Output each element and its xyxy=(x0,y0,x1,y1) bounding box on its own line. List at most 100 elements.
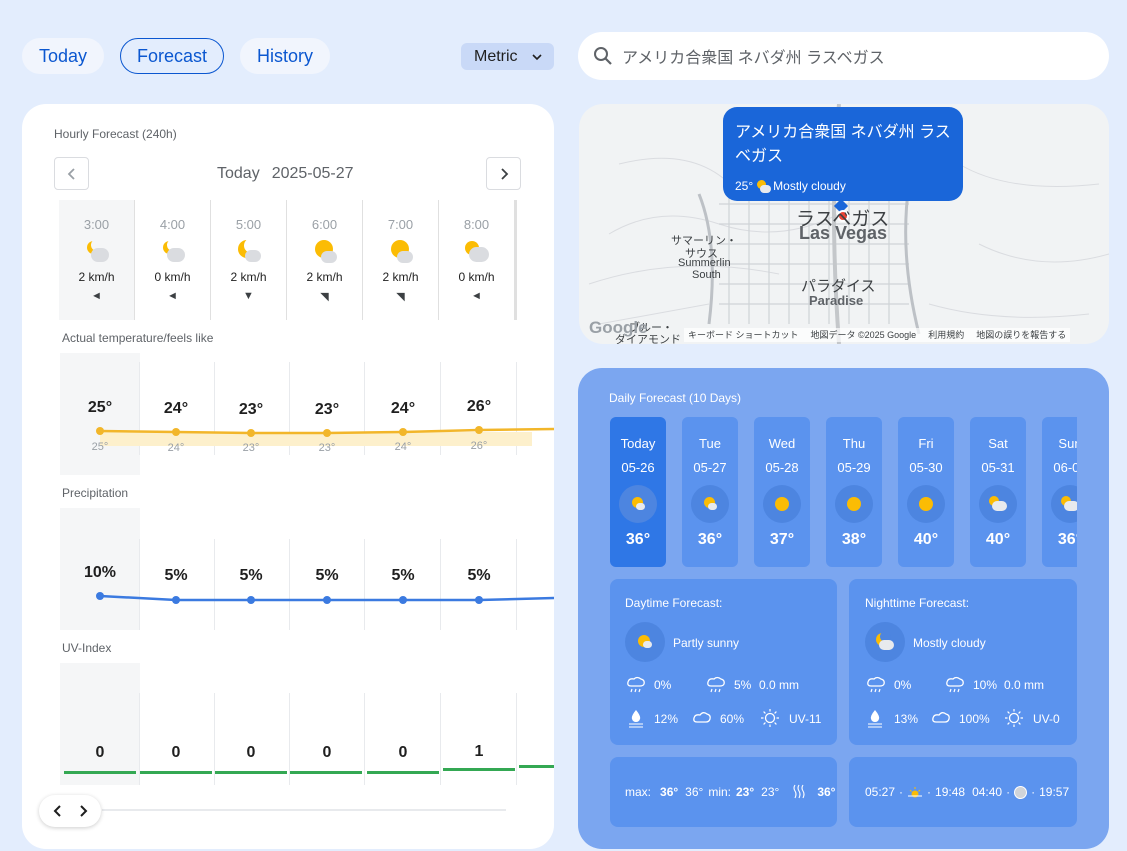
scrollbar[interactable] xyxy=(102,809,506,811)
min-temp: 23° xyxy=(736,785,755,799)
daytime-condition: Partly sunny xyxy=(673,636,740,650)
day-temp: 36° xyxy=(697,531,723,548)
day-date: 05-31 xyxy=(981,460,1015,475)
uv-value: 0 xyxy=(95,744,105,761)
precip-value: 5% xyxy=(391,567,415,584)
daytime-title: Daytime Forecast: xyxy=(625,596,723,610)
next-day-button[interactable] xyxy=(486,157,521,190)
map-footer-link[interactable]: 地図の誤りを報告する xyxy=(976,328,1066,342)
day-card[interactable]: Fri 05-30 40° xyxy=(898,417,954,567)
popup-temp: 25° xyxy=(735,179,754,193)
day-date: 05-29 xyxy=(837,460,871,475)
chevron-left-icon xyxy=(67,167,75,180)
prev-day-button[interactable] xyxy=(54,157,89,190)
wind-speed: 0 km/h xyxy=(154,270,191,284)
tab-today[interactable]: Today xyxy=(22,38,104,74)
search-bar[interactable]: アメリカ合衆国 ネバダ州 ラスベガス xyxy=(578,32,1109,80)
sun-cloud-icon xyxy=(691,485,729,523)
precipitation-line xyxy=(96,592,554,604)
day-label: Today xyxy=(217,165,260,182)
precip-value: 5% xyxy=(239,567,263,584)
day-card[interactable]: Tue 05-27 36° xyxy=(682,417,738,567)
hour-column[interactable]: 4:00 0 km/h ◄ xyxy=(135,200,211,320)
rain-cloud-icon xyxy=(867,676,885,693)
day-card[interactable]: Thu 05-29 38° xyxy=(826,417,882,567)
hour-column[interactable]: 3:00 2 km/h ◄ xyxy=(59,200,135,320)
nighttime-humidity: 13% xyxy=(894,712,919,726)
day-name: Sun xyxy=(1058,436,1077,451)
day-card[interactable]: Sun 06-01 36° xyxy=(1042,417,1077,567)
map[interactable]: アメリカ合衆国 ネバダ州 ラスベガス 25° Mostly cloudy ラスベ… xyxy=(579,104,1109,344)
feels-like-value: 26° xyxy=(470,440,488,452)
sun-icon xyxy=(907,485,945,523)
day-date: 06-01 xyxy=(1053,460,1077,475)
day-temp: 36° xyxy=(625,531,651,548)
hour-column[interactable]: 8:00 0 km/h ◄ xyxy=(439,200,515,320)
uv-bars xyxy=(64,765,554,774)
wind-speed: 0 km/h xyxy=(458,270,495,284)
temp-value: 24° xyxy=(390,400,416,417)
moon-cloud-icon xyxy=(755,179,772,193)
day-name: Today xyxy=(620,436,656,451)
day-name: Wed xyxy=(768,436,796,451)
day-card[interactable]: Sat 05-31 40° xyxy=(970,417,1026,567)
wind-direction-icon: ◄ xyxy=(167,290,178,302)
day-card[interactable]: Today 05-26 36° xyxy=(610,417,666,567)
map-footer-link[interactable]: 利用規約 xyxy=(928,328,964,342)
moon-icon xyxy=(1014,785,1028,799)
date-header: Today 2025-05-27 xyxy=(217,165,354,183)
moon-cloud-icon xyxy=(235,238,263,266)
temp-value: 23° xyxy=(314,401,340,418)
day-name: Sat xyxy=(988,436,1008,451)
unit-select[interactable]: Metric xyxy=(461,43,554,70)
sun-cloud-icon xyxy=(619,485,657,523)
hour-time: 7:00 xyxy=(387,217,414,232)
chevron-right-icon xyxy=(500,167,508,180)
day-temp: 40° xyxy=(985,531,1011,548)
date-label: 2025-05-27 xyxy=(271,165,354,182)
feels-like-value: 23° xyxy=(242,442,260,454)
daytime-panel: Daytime Forecast: Partly sunny 0% 5% 0.0… xyxy=(610,579,837,745)
humidity-icon xyxy=(868,710,882,728)
chevron-down-icon xyxy=(531,53,542,60)
minmax-panel: max: 36° 36° min: 23° 23° 36° xyxy=(610,757,837,827)
uv-value: 0 xyxy=(246,744,256,761)
nighttime-condition: Mostly cloudy xyxy=(913,636,986,650)
day-temp: 36° xyxy=(1057,531,1077,548)
map-popup[interactable]: アメリカ合衆国 ネバダ州 ラスベガス 25° Mostly cloudy xyxy=(723,107,963,201)
wind-direction-icon: ◥ xyxy=(320,291,329,303)
day-date: 05-27 xyxy=(693,460,727,475)
map-label: Summerlin xyxy=(678,257,731,269)
hour-column[interactable]: 7:00 2 km/h ◥ xyxy=(363,200,439,320)
daytime-precip-chance: 0% xyxy=(654,678,672,692)
day-date: 05-30 xyxy=(909,460,943,475)
max-temp: 36° xyxy=(660,785,679,799)
temp-value: 25° xyxy=(87,399,113,416)
nighttime-precip-chance-2: 10% xyxy=(973,678,998,692)
hour-time: 4:00 xyxy=(159,217,186,232)
nighttime-title: Nighttime Forecast: xyxy=(865,596,970,610)
rain-cloud-icon xyxy=(627,676,645,693)
moonrise-time: 04:40 xyxy=(972,785,1003,799)
daytime-uv: UV-11 xyxy=(789,712,822,726)
tab-history[interactable]: History xyxy=(240,38,330,74)
wind-direction-icon: ▼ xyxy=(243,290,254,302)
scroll-left-icon[interactable] xyxy=(53,804,63,818)
hour-column[interactable]: 5:00 2 km/h ▼ xyxy=(211,200,287,320)
feels-like-value: 24° xyxy=(394,441,412,453)
nighttime-cloud-cover: 100% xyxy=(959,712,990,726)
sunrise-time: 05:27 xyxy=(865,785,896,799)
day-card[interactable]: Wed 05-28 37° xyxy=(754,417,810,567)
search-input[interactable]: アメリカ合衆国 ネバダ州 ラスベガス xyxy=(622,44,885,68)
hour-column[interactable]: 6:00 2 km/h ◥ xyxy=(287,200,363,320)
max-feels: 36° xyxy=(685,785,704,799)
scroll-right-icon[interactable] xyxy=(78,804,88,818)
max-label: max: xyxy=(625,785,652,799)
map-footer-link[interactable]: キーボード ショートカット xyxy=(688,328,799,342)
tab-forecast[interactable]: Forecast xyxy=(120,38,224,74)
day-temp: 40° xyxy=(913,531,939,548)
sun-moon-panel: 05:27 · · 19:48 04:40 · · 19:57 xyxy=(849,757,1077,827)
moonset-time: 19:57 xyxy=(1039,785,1070,799)
daytime-precip-amount: 0.0 mm xyxy=(759,678,800,692)
nighttime-panel: Nighttime Forecast: Mostly cloudy 0% 10%… xyxy=(849,579,1077,745)
